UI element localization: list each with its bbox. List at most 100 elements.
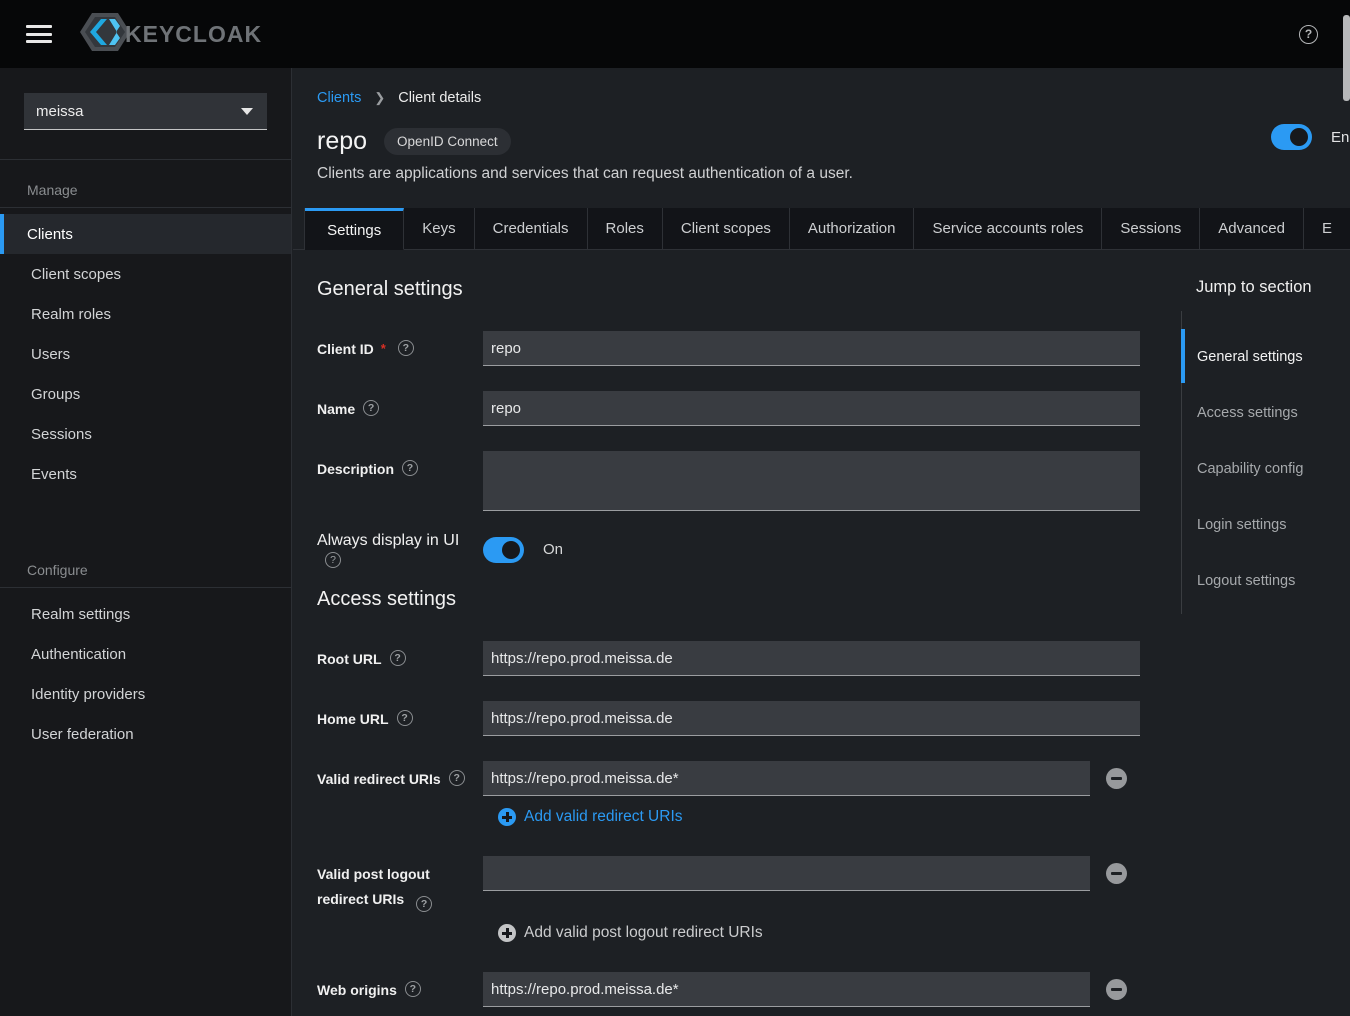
tab-authorization[interactable]: Authorization xyxy=(790,208,915,250)
realm-selector[interactable]: meissa xyxy=(24,93,267,130)
chevron-down-icon xyxy=(241,108,253,115)
description-label: Description ? xyxy=(317,451,483,511)
tab-advanced[interactable]: Advanced xyxy=(1200,208,1304,250)
access-settings-heading: Access settings xyxy=(317,588,1177,611)
breadcrumb: Clients ❯ Client details xyxy=(317,90,481,106)
plus-circle-icon xyxy=(498,924,516,942)
keycloak-logo-icon xyxy=(79,9,131,60)
tabbar-lead-spacer xyxy=(293,208,305,250)
brand-title: KEYCLOAK xyxy=(125,21,262,48)
jump-to-section-heading: Jump to section xyxy=(1196,278,1350,297)
valid-redirect-uris-label: Valid redirect URIs ? xyxy=(317,761,483,796)
configure-nav-list: Realm settings Authentication Identity p… xyxy=(0,588,291,754)
keycloak-logo: KEYCLOAK xyxy=(79,9,262,60)
question-circle-icon[interactable]: ? xyxy=(398,340,414,356)
web-origins-label: Web origins ? xyxy=(317,972,483,1007)
home-url-label: Home URL ? xyxy=(317,701,483,736)
sidebar-item-identity-providers[interactable]: Identity providers xyxy=(0,674,291,714)
name-input[interactable] xyxy=(483,391,1140,426)
tab-settings[interactable]: Settings xyxy=(305,208,404,250)
remove-redirect-uri-button[interactable] xyxy=(1106,768,1127,789)
jump-to-section-panel: Jump to section General settings Access … xyxy=(1181,250,1350,614)
sidebar-nav: meissa Manage Clients Client scopes Real… xyxy=(0,68,292,1016)
breadcrumb-clients-link[interactable]: Clients xyxy=(317,90,361,106)
tab-service-accounts-roles[interactable]: Service accounts roles xyxy=(914,208,1102,250)
question-circle-icon[interactable]: ? xyxy=(416,896,432,912)
sidebar-item-user-federation[interactable]: User federation xyxy=(0,714,291,754)
description-textarea[interactable] xyxy=(483,451,1140,511)
always-display-toggle[interactable] xyxy=(483,537,524,563)
sidebar-item-groups[interactable]: Groups xyxy=(0,374,291,414)
question-circle-icon[interactable]: ? xyxy=(402,460,418,476)
valid-redirect-uris-row: Valid redirect URIs ? Add valid redirect… xyxy=(317,761,1177,826)
add-post-logout-uris-link[interactable]: Add valid post logout redirect URIs xyxy=(498,924,1090,942)
page-description: Clients are applications and services th… xyxy=(317,165,853,183)
question-circle-icon[interactable]: ? xyxy=(390,650,406,666)
remove-web-origin-button[interactable] xyxy=(1106,979,1127,1000)
client-enabled-control: Enabled xyxy=(1271,124,1350,150)
jump-item-access-settings[interactable]: Access settings xyxy=(1182,405,1350,421)
manage-nav-list: Clients Client scopes Realm roles Users … xyxy=(0,208,291,494)
web-origins-input[interactable] xyxy=(483,972,1090,1007)
root-url-label: Root URL ? xyxy=(317,641,483,676)
protocol-badge: OpenID Connect xyxy=(384,128,511,155)
toggle-knob xyxy=(502,541,520,559)
question-circle-icon[interactable]: ? xyxy=(405,981,421,997)
sidebar-item-realm-settings[interactable]: Realm settings xyxy=(0,594,291,634)
question-circle-icon[interactable]: ? xyxy=(363,400,379,416)
home-url-row: Home URL ? xyxy=(317,701,1177,736)
tab-clipped[interactable]: E xyxy=(1304,208,1350,250)
tab-roles[interactable]: Roles xyxy=(588,208,663,250)
general-settings-heading: General settings xyxy=(317,278,1177,301)
question-circle-icon[interactable]: ? xyxy=(397,710,413,726)
web-origins-row: Web origins ? Add web origins xyxy=(317,972,1177,1016)
tab-sessions[interactable]: Sessions xyxy=(1102,208,1200,250)
description-row: Description ? xyxy=(317,451,1177,511)
page-scrollbar[interactable] xyxy=(1343,15,1350,101)
valid-redirect-uri-input[interactable] xyxy=(483,761,1090,796)
page-title: repo xyxy=(317,127,367,156)
enabled-toggle[interactable] xyxy=(1271,124,1312,150)
sidebar-item-clients[interactable]: Clients xyxy=(0,214,291,254)
sidebar-item-users[interactable]: Users xyxy=(0,334,291,374)
post-logout-uris-row: Valid post logout redirect URIs ? Add va… xyxy=(317,856,1177,942)
hamburger-menu-icon[interactable] xyxy=(26,25,52,43)
question-circle-icon[interactable]: ? xyxy=(325,552,341,568)
help-icon[interactable]: ? xyxy=(1299,25,1318,44)
sidebar-item-client-scopes[interactable]: Client scopes xyxy=(0,254,291,294)
breadcrumb-chevron-icon: ❯ xyxy=(374,90,385,106)
add-valid-redirect-uris-link[interactable]: Add valid redirect URIs xyxy=(498,808,1090,826)
always-display-label: Always display in UI ? xyxy=(317,532,483,568)
sidebar-item-sessions[interactable]: Sessions xyxy=(0,414,291,454)
jump-item-general-settings[interactable]: General settings xyxy=(1182,349,1350,365)
client-tabs: Settings Keys Credentials Roles Client s… xyxy=(293,208,1350,250)
toggle-knob xyxy=(1290,128,1308,146)
enabled-toggle-label: Enabled xyxy=(1331,129,1350,146)
client-id-input[interactable] xyxy=(483,331,1140,366)
tab-credentials[interactable]: Credentials xyxy=(475,208,588,250)
app-header: KEYCLOAK ? xyxy=(0,0,1350,68)
jump-item-capability-config[interactable]: Capability config xyxy=(1182,461,1350,477)
root-url-input[interactable] xyxy=(483,641,1140,676)
name-row: Name ? xyxy=(317,391,1177,426)
nav-group-configure: Configure xyxy=(0,540,291,588)
post-logout-uri-input[interactable] xyxy=(483,856,1090,891)
plus-circle-icon xyxy=(498,808,516,826)
client-id-label: Client ID * ? xyxy=(317,331,483,366)
main-content: Clients ❯ Client details repo OpenID Con… xyxy=(293,68,1350,1016)
sidebar-item-events[interactable]: Events xyxy=(0,454,291,494)
client-id-row: Client ID * ? xyxy=(317,331,1177,366)
settings-form: General settings Client ID * ? Name ? D xyxy=(317,250,1177,1016)
remove-post-logout-uri-button[interactable] xyxy=(1106,863,1127,884)
jump-item-login-settings[interactable]: Login settings xyxy=(1182,517,1350,533)
jump-to-section-list: General settings Access settings Capabil… xyxy=(1181,311,1350,614)
tab-client-scopes[interactable]: Client scopes xyxy=(663,208,790,250)
sidebar-item-realm-roles[interactable]: Realm roles xyxy=(0,294,291,334)
home-url-input[interactable] xyxy=(483,701,1140,736)
nav-group-manage: Manage xyxy=(0,160,291,208)
sidebar-item-authentication[interactable]: Authentication xyxy=(0,634,291,674)
jump-item-logout-settings[interactable]: Logout settings xyxy=(1182,573,1350,589)
realm-selector-block: meissa xyxy=(0,68,291,160)
question-circle-icon[interactable]: ? xyxy=(449,770,465,786)
tab-keys[interactable]: Keys xyxy=(404,208,474,250)
